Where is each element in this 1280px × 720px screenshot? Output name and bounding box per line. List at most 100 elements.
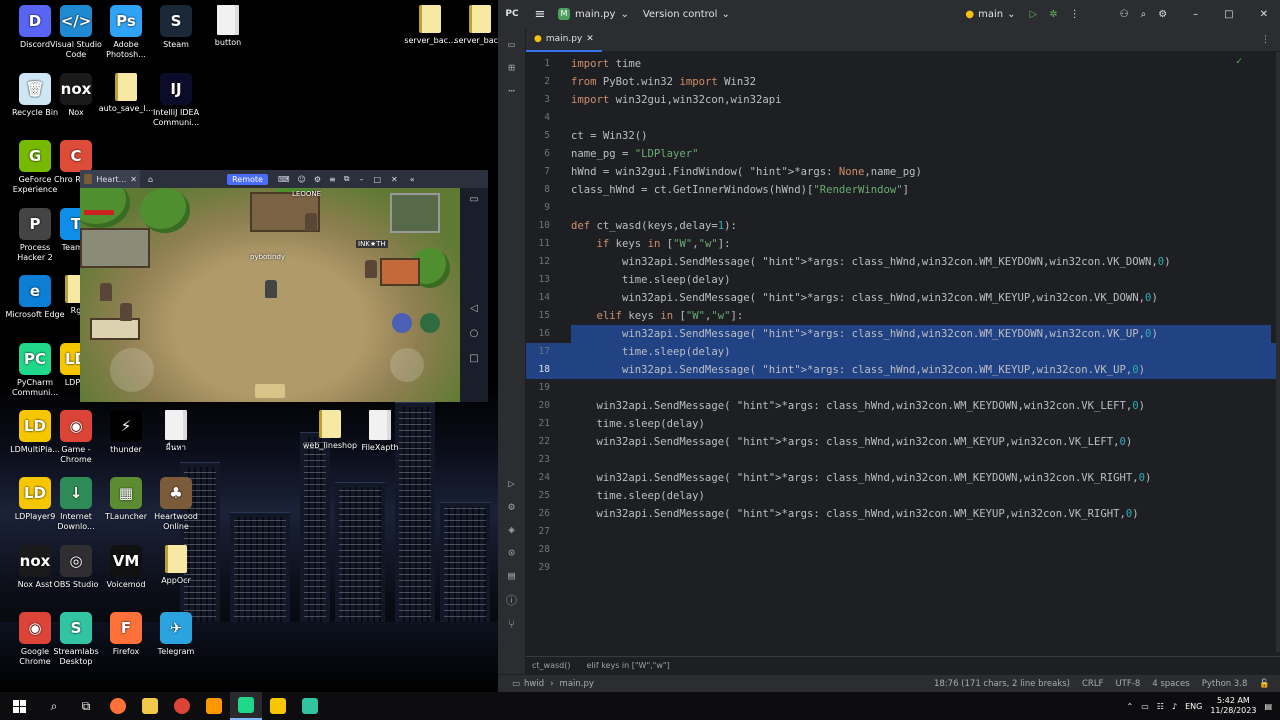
desktop-icon[interactable]: ♣ Heartwood Online (146, 477, 206, 532)
code-line[interactable]: 4 (526, 109, 1280, 127)
code-line[interactable]: 19 (526, 379, 1280, 397)
services-icon[interactable]: ⊙ (508, 546, 515, 559)
add-user-icon[interactable]: ⚇ (1120, 9, 1129, 20)
code-line[interactable]: 14 win32api.SendMessage( "hint">*args: c… (526, 289, 1280, 307)
hamburger-menu-icon[interactable]: ≡ (526, 7, 554, 22)
more-icon[interactable]: ⋮ (1070, 9, 1080, 20)
run-tool-icon[interactable]: ▷ (508, 477, 515, 490)
line-number[interactable]: 26 (526, 505, 550, 523)
code-line[interactable]: 23 (526, 451, 1280, 469)
code-line[interactable]: 9 (526, 199, 1280, 217)
desktop-icon[interactable]: ✈ Telegram (146, 612, 206, 657)
project-selector[interactable]: M main.py ⌄ (558, 8, 629, 20)
line-number[interactable]: 21 (526, 415, 550, 433)
caret-position[interactable]: 18:76 (171 chars, 2 line breaks) (934, 679, 1070, 689)
desktop-icon[interactable]: IJ IntelliJ IDEA Communi... (146, 73, 206, 128)
breadcrumb-item[interactable]: ct_wasd() (532, 661, 570, 670)
player-character[interactable] (265, 280, 277, 298)
start-button[interactable] (0, 692, 38, 720)
terminal-icon[interactable]: ▤ (508, 569, 515, 582)
code-editor[interactable]: 1 import time 2 from PyBot.win32 import Win… (526, 52, 1280, 656)
code-line[interactable]: 26 win32api.SendMessage( "hint">*args: c… (526, 505, 1280, 523)
layers-icon[interactable]: ◈ (508, 523, 515, 536)
line-number[interactable]: 10 (526, 217, 550, 235)
code-line[interactable]: 12 win32api.SendMessage( "hint">*args: c… (526, 253, 1280, 271)
code-line[interactable]: 20 win32api.SendMessage( "hint">*args: c… (526, 397, 1280, 415)
line-number[interactable]: 4 (526, 109, 550, 127)
editor-scrollbar[interactable] (1276, 52, 1280, 652)
status-path-root[interactable]: hwid (524, 679, 544, 689)
back-icon[interactable]: ◁ (470, 303, 478, 314)
minimap[interactable] (390, 193, 440, 233)
ldplayer-icon[interactable] (262, 692, 294, 720)
chat-button[interactable] (255, 384, 285, 398)
breadcrumb-item[interactable]: elif keys in ["W","w"] (586, 661, 669, 670)
chevron-up-icon[interactable]: ⌃ (1127, 702, 1134, 711)
code-line[interactable]: 8 class_hWnd = ct.GetInnerWindows(hWnd)["… (526, 181, 1280, 199)
skill-button[interactable] (420, 313, 440, 333)
battery-icon[interactable]: ▭ (1141, 702, 1149, 711)
code-line[interactable]: 15 elif keys in ["W","w"]: (526, 307, 1280, 325)
line-separator[interactable]: CRLF (1082, 679, 1103, 689)
line-number[interactable]: 27 (526, 523, 550, 541)
code-line[interactable]: 25 time.sleep(delay) (526, 487, 1280, 505)
settings-icon[interactable]: ⚙ (314, 175, 321, 184)
pycharm-icon[interactable] (230, 692, 262, 720)
notification-icon[interactable]: ▤ (1264, 702, 1272, 711)
code-line[interactable]: 18 win32api.SendMessage( "hint">*args: c… (526, 361, 1280, 379)
line-number[interactable]: 8 (526, 181, 550, 199)
vcs-selector[interactable]: Version control ⌄ (643, 9, 730, 20)
code-line[interactable]: 7 hWnd = win32gui.FindWindow( "hint">*arg… (526, 163, 1280, 181)
emulator-window[interactable]: Heart... ✕ ⌂ Remote ⌨ ☺ ⚙ ≡ ⧉ – □ ✕ « py… (80, 170, 488, 402)
code-line[interactable]: 10 def ct_wasd(keys,delay=1): (526, 217, 1280, 235)
collapse-icon[interactable]: « (410, 175, 415, 184)
code-line[interactable]: 22 win32api.SendMessage( "hint">*args: c… (526, 433, 1280, 451)
minimize-icon[interactable]: – (1193, 9, 1198, 20)
menu-icon[interactable]: ≡ (329, 175, 336, 184)
line-number[interactable]: 13 (526, 271, 550, 289)
close-icon[interactable]: ✕ (130, 175, 140, 184)
code-line[interactable]: 28 (526, 541, 1280, 559)
recents-icon[interactable]: □ (469, 353, 478, 364)
desktop-icon[interactable]: ผื่นหา (146, 410, 206, 453)
npc[interactable] (365, 260, 377, 278)
desktop-icon[interactable]: AppOcr (146, 545, 206, 586)
attack-button[interactable] (390, 348, 424, 382)
line-number[interactable]: 18 (526, 361, 550, 379)
structure-icon[interactable]: ⊞ (508, 61, 515, 74)
search-icon[interactable]: ⌕ (1141, 9, 1147, 20)
line-number[interactable]: 1 (526, 55, 550, 73)
firefox-icon[interactable] (102, 692, 134, 720)
line-number[interactable]: 11 (526, 235, 550, 253)
npc[interactable] (100, 283, 112, 301)
code-line[interactable]: 13 time.sleep(delay) (526, 271, 1280, 289)
line-number[interactable]: 3 (526, 91, 550, 109)
file-encoding[interactable]: UTF-8 (1115, 679, 1140, 689)
git-icon[interactable]: ⑂ (508, 618, 515, 631)
tab-main-py[interactable]: ● main.py ✕ (526, 28, 602, 52)
line-number[interactable]: 7 (526, 163, 550, 181)
minimize-icon[interactable]: – (359, 175, 363, 184)
line-number[interactable]: 25 (526, 487, 550, 505)
chrome-icon[interactable] (166, 692, 198, 720)
sublime-icon[interactable] (198, 692, 230, 720)
desktop-icon[interactable]: button (198, 5, 258, 48)
code-line[interactable]: 29 (526, 559, 1280, 577)
status-path-file[interactable]: main.py (560, 679, 594, 689)
code-line[interactable]: 24 win32api.SendMessage( "hint">*args: c… (526, 469, 1280, 487)
line-number[interactable]: 24 (526, 469, 550, 487)
problems-icon[interactable]: ⓘ (506, 592, 517, 608)
network-icon[interactable]: ☷ (1157, 702, 1164, 711)
line-number[interactable]: 16 (526, 325, 550, 343)
code-line[interactable]: 17 time.sleep(delay) (526, 343, 1280, 361)
line-number[interactable]: 14 (526, 289, 550, 307)
keyboard-icon[interactable]: ▭ (469, 194, 478, 205)
debug-icon[interactable]: ✲ (1049, 9, 1057, 20)
project-folder-icon[interactable]: ▭ (508, 38, 515, 51)
line-number[interactable]: 22 (526, 433, 550, 451)
line-number[interactable]: 9 (526, 199, 550, 217)
npc[interactable] (305, 213, 317, 231)
run-config-selector[interactable]: ● main ⌄ (965, 9, 1015, 20)
home-icon[interactable]: ⌂ (148, 175, 153, 184)
close-icon[interactable]: ✕ (1260, 9, 1268, 20)
